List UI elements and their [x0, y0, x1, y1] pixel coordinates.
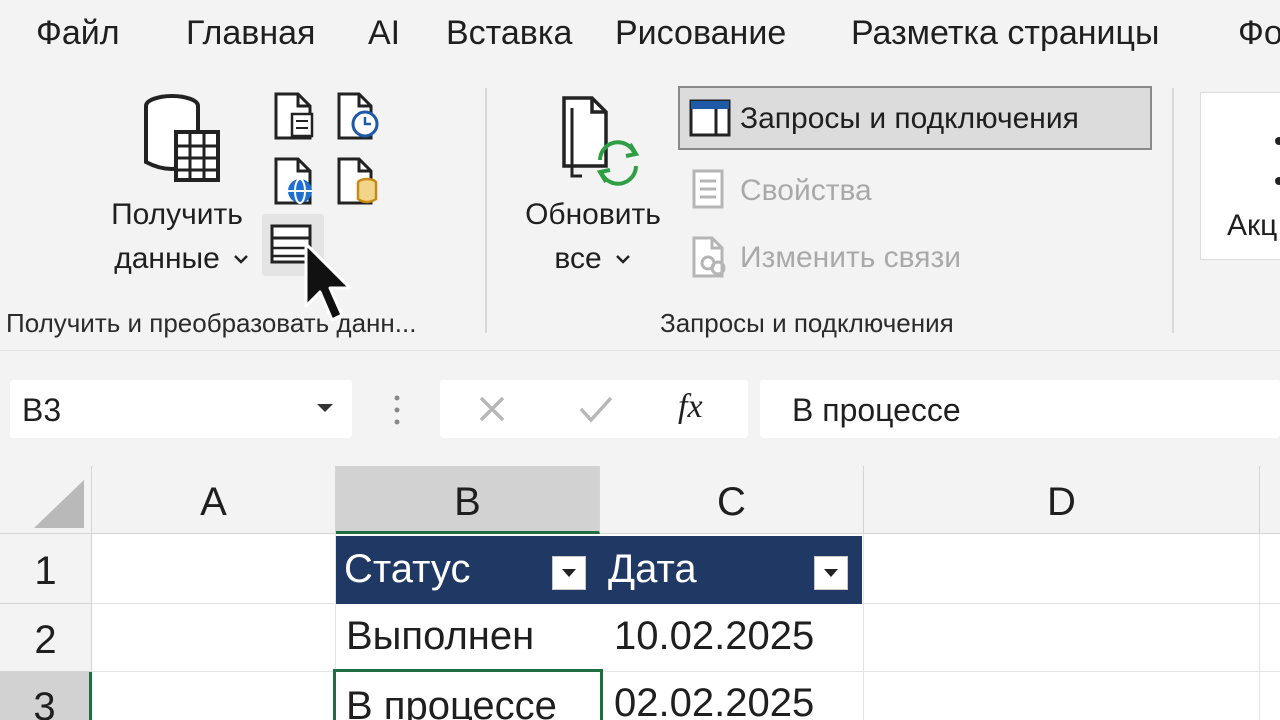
from-text-csv-button[interactable]: [270, 90, 318, 142]
gridline: [1259, 534, 1260, 720]
group-label-get-transform: Получить и преобразовать данн...: [6, 308, 417, 338]
stocks-icon: [1275, 137, 1280, 185]
group-label-queries: Запросы и подключения: [660, 308, 954, 338]
column-header-e-partial[interactable]: [1260, 466, 1280, 534]
row-header-3[interactable]: 3: [0, 672, 92, 720]
properties-icon: [692, 169, 724, 209]
chevron-down-icon: [616, 255, 630, 264]
database-table-icon: [144, 94, 220, 182]
edit-links-button[interactable]: Изменить связи: [690, 233, 1010, 281]
stocks-button-partial[interactable]: Акц: [1200, 92, 1280, 260]
cell-c3[interactable]: 02.02.2025: [604, 669, 864, 720]
row-header-2[interactable]: 2: [0, 604, 92, 672]
tab-draw[interactable]: Рисование: [615, 14, 786, 53]
stocks-label-partial: Акц: [1227, 209, 1278, 242]
edit-links-icon: [692, 236, 726, 278]
confirm-entry-icon[interactable]: [578, 393, 614, 425]
tab-formulas-partial[interactable]: Фо: [1238, 14, 1280, 53]
select-all-button[interactable]: [0, 466, 92, 534]
name-box[interactable]: B3: [10, 380, 352, 438]
from-web-button[interactable]: [270, 155, 318, 207]
column-header-b[interactable]: B: [336, 466, 600, 534]
tab-page-layout[interactable]: Разметка страницы: [851, 14, 1159, 53]
web-globe-icon: [274, 157, 312, 205]
refresh-all-label: Обновить: [525, 198, 661, 231]
existing-connections-button[interactable]: [333, 155, 383, 207]
formula-input[interactable]: В процессе: [760, 380, 1280, 438]
status-filter-dropdown[interactable]: [552, 556, 586, 590]
cell-b2[interactable]: Выполнен: [336, 614, 600, 670]
select-all-triangle-icon: [34, 480, 84, 528]
recent-sources-button[interactable]: [333, 90, 383, 142]
edit-links-label: Изменить связи: [740, 241, 962, 274]
database-file-icon: [337, 157, 378, 205]
recent-file-clock-icon: [337, 92, 379, 140]
filter-arrow-icon: [562, 569, 576, 577]
properties-button[interactable]: Свойства: [690, 166, 990, 214]
drag-handle-icon[interactable]: [390, 390, 404, 430]
ribbon-separator: [485, 88, 487, 333]
refresh-all-button[interactable]: Обновить все: [508, 92, 678, 282]
queries-connections-label: Запросы и подключения: [740, 102, 1079, 135]
name-box-dropdown-icon[interactable]: [314, 400, 336, 416]
date-filter-dropdown[interactable]: [814, 556, 848, 590]
insert-function-button[interactable]: fx: [678, 388, 703, 426]
table-header-status-label: Статус: [344, 547, 471, 591]
formula-input-value: В процессе: [792, 392, 961, 428]
tab-file[interactable]: Файл: [36, 14, 120, 53]
tab-ai[interactable]: AI: [368, 14, 400, 53]
get-data-label: Получить: [111, 198, 243, 231]
column-header-a[interactable]: A: [92, 466, 336, 534]
tab-home[interactable]: Главная: [186, 14, 315, 53]
filter-arrow-icon: [824, 569, 838, 577]
column-header-d[interactable]: D: [864, 466, 1260, 534]
tab-insert[interactable]: Вставка: [446, 14, 572, 53]
column-header-c[interactable]: C: [600, 466, 864, 534]
name-box-value: B3: [22, 392, 62, 428]
row-header-1[interactable]: 1: [0, 534, 92, 604]
cell-c2[interactable]: 10.02.2025: [604, 614, 864, 670]
get-data-button[interactable]: Получить данные: [92, 92, 262, 282]
refresh-icon: [562, 96, 640, 186]
table-header-date-label: Дата: [608, 547, 697, 591]
properties-label: Свойства: [740, 174, 872, 207]
get-data-label-2: данные: [114, 242, 220, 275]
cell-b3-selected[interactable]: В процессе: [333, 669, 603, 720]
chevron-down-icon: [234, 255, 248, 264]
text-file-icon: [274, 92, 314, 140]
queries-connections-button[interactable]: Запросы и подключения: [678, 86, 1152, 150]
ribbon-separator: [1172, 88, 1174, 333]
queries-pane-icon: [689, 99, 731, 137]
ribbon-tab-bar: Файл Главная AI Вставка Рисование Размет…: [0, 0, 1280, 68]
cancel-entry-icon[interactable]: [476, 393, 508, 425]
formula-buttons: fx: [440, 380, 748, 438]
